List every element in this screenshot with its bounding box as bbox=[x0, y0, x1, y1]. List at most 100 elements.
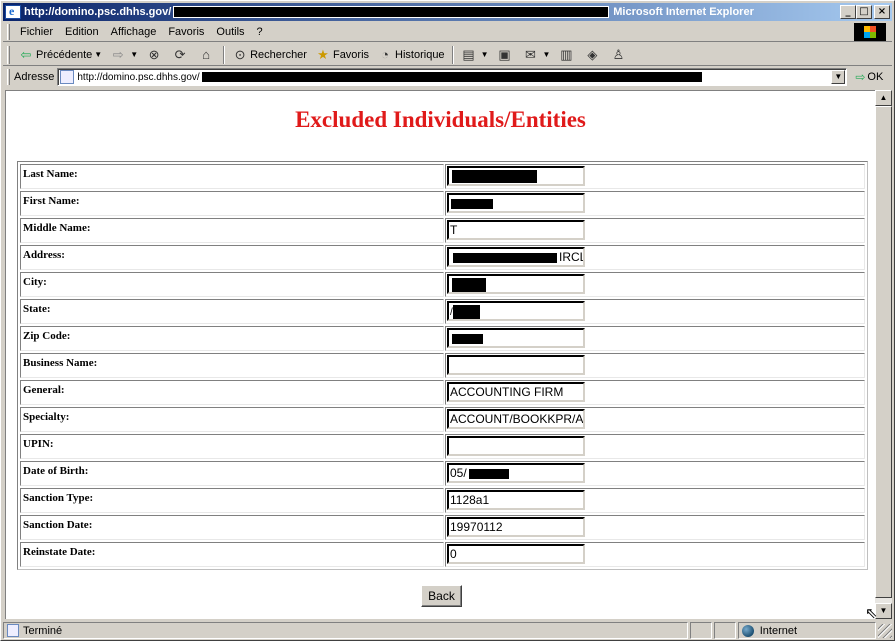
refresh-button[interactable]: ⟳ bbox=[168, 45, 194, 65]
field-cell bbox=[445, 272, 865, 297]
history-button[interactable]: ◔ Historique bbox=[373, 45, 449, 65]
chevron-down-icon[interactable]: ▼ bbox=[831, 70, 846, 84]
menu-favoris[interactable]: Favoris bbox=[162, 26, 210, 38]
address-field[interactable]: IRCL bbox=[447, 247, 585, 267]
address-input[interactable]: http://domino.psc.dhhs.gov/ ▼ bbox=[57, 68, 848, 86]
first-name-field[interactable] bbox=[447, 193, 585, 213]
scroll-thumb[interactable] bbox=[875, 106, 892, 598]
page-title: Excluded Individuals/Entities bbox=[295, 107, 586, 132]
edit-icon: ▤ bbox=[462, 46, 475, 62]
table-row: State: / bbox=[19, 298, 866, 325]
discuss-icon: ▥ bbox=[560, 46, 573, 62]
status-main: Terminé bbox=[3, 622, 689, 639]
chevron-down-icon[interactable]: ▼ bbox=[481, 50, 489, 59]
search-button[interactable]: ⊙ Rechercher bbox=[228, 45, 311, 65]
chevron-down-icon[interactable]: ▼ bbox=[542, 50, 550, 59]
field-label: Business Name: bbox=[20, 353, 444, 378]
redacted-title-block bbox=[173, 6, 610, 18]
go-arrow-icon: ⇨ bbox=[855, 70, 866, 84]
field-label: UPIN: bbox=[20, 434, 444, 459]
history-button-label: Historique bbox=[395, 48, 445, 61]
field-cell: / bbox=[445, 299, 865, 324]
field-label: Specialty: bbox=[20, 407, 444, 432]
browser-window: http://domino.psc.dhhs.gov/ Microsoft In… bbox=[0, 0, 895, 641]
table-row: Business Name: bbox=[19, 352, 866, 379]
print-button[interactable]: ▣ bbox=[492, 45, 518, 65]
city-field[interactable] bbox=[447, 274, 585, 294]
forward-button[interactable]: ⇨ ▼ bbox=[106, 45, 142, 65]
ie-icon[interactable] bbox=[5, 4, 21, 19]
menu-grip[interactable] bbox=[7, 23, 10, 40]
user-button[interactable]: ♙ bbox=[606, 45, 632, 65]
home-button[interactable]: ⌂ bbox=[194, 45, 220, 65]
back-page-button[interactable]: Back bbox=[421, 585, 462, 607]
resize-grip[interactable] bbox=[878, 623, 892, 638]
favorites-button[interactable]: ★ Favoris bbox=[311, 45, 373, 65]
field-cell bbox=[445, 353, 865, 378]
address-url: http://domino.psc.dhhs.gov/ bbox=[77, 71, 200, 83]
maximize-button[interactable]: □ bbox=[856, 5, 872, 19]
status-panel bbox=[714, 622, 736, 639]
scroll-up-icon[interactable]: ▲ bbox=[875, 90, 892, 106]
field-cell: T bbox=[445, 218, 865, 243]
chevron-down-icon[interactable]: ▼ bbox=[130, 50, 138, 59]
field-cell: ACCOUNTING FIRM bbox=[445, 380, 865, 405]
favorites-icon: ★ bbox=[317, 46, 329, 62]
date-of-birth-field[interactable]: 05/ bbox=[447, 463, 585, 483]
close-button[interactable]: × bbox=[874, 5, 890, 19]
go-button[interactable]: ⇨ OK bbox=[855, 70, 883, 84]
table-row: Zip Code: bbox=[19, 325, 866, 352]
print-icon: ▣ bbox=[498, 46, 511, 62]
redacted-value bbox=[452, 170, 537, 184]
zip-code-field[interactable] bbox=[447, 328, 585, 348]
page-content: Excluded Individuals/Entities Last Name:… bbox=[5, 90, 875, 619]
field-cell bbox=[445, 191, 865, 216]
state-field[interactable]: / bbox=[447, 301, 585, 321]
stop-button[interactable]: ⊗ bbox=[142, 45, 168, 65]
sanction-type-field[interactable]: 1128a1 bbox=[447, 490, 585, 510]
field-cell bbox=[445, 326, 865, 351]
redacted-value bbox=[452, 277, 486, 292]
edit-button[interactable]: ▤ ▼ bbox=[457, 45, 493, 65]
address-grip[interactable] bbox=[7, 69, 10, 85]
mail-button[interactable]: ✉ ▼ bbox=[518, 45, 554, 65]
last-name-field[interactable] bbox=[447, 166, 585, 186]
discuss-button[interactable]: ▥ bbox=[554, 45, 580, 65]
windows-logo-icon bbox=[854, 23, 886, 41]
sanction-date-field[interactable]: 19970112 bbox=[447, 517, 585, 537]
general-field[interactable]: ACCOUNTING FIRM bbox=[447, 382, 585, 402]
redacted-value bbox=[453, 252, 557, 263]
redacted-value bbox=[452, 304, 480, 319]
menu-fichier[interactable]: Fichier bbox=[14, 26, 59, 38]
toolbar-separator bbox=[223, 45, 226, 64]
table-row: First Name: bbox=[19, 190, 866, 217]
messenger-button[interactable]: ◈ bbox=[580, 45, 606, 65]
menu-affichage[interactable]: Affichage bbox=[105, 26, 163, 38]
back-button-label: Précédente bbox=[36, 48, 93, 61]
table-row: Sanction Date: 19970112 bbox=[19, 514, 866, 541]
field-cell bbox=[445, 164, 865, 189]
chevron-down-icon[interactable]: ▼ bbox=[94, 50, 102, 59]
minimize-button[interactable]: _ bbox=[840, 5, 856, 19]
menu-help[interactable]: ? bbox=[251, 26, 269, 38]
refresh-icon: ⟳ bbox=[174, 46, 186, 62]
menu-edition[interactable]: Edition bbox=[59, 26, 105, 38]
toolbar-grip[interactable] bbox=[7, 45, 10, 64]
specialty-field[interactable]: ACCOUNT/BOOKKPR/A bbox=[447, 409, 585, 429]
redacted-value bbox=[468, 468, 509, 479]
field-cell: 05/ bbox=[445, 461, 865, 486]
field-label: Sanction Type: bbox=[20, 488, 444, 513]
menu-outils[interactable]: Outils bbox=[210, 26, 250, 38]
reinstate-date-field[interactable]: 0 bbox=[447, 544, 585, 564]
record-table: Last Name: First Name: Middle Name: T Ad… bbox=[17, 161, 868, 570]
business-name-field[interactable] bbox=[447, 355, 585, 375]
status-bar: Terminé Internet bbox=[3, 621, 892, 640]
table-row: Middle Name: T bbox=[19, 217, 866, 244]
forward-arrow-icon: ⇨ bbox=[112, 46, 124, 62]
vertical-scrollbar[interactable]: ▲ ▼ bbox=[875, 90, 892, 619]
back-button[interactable]: ⇦ Précédente ▼ bbox=[14, 45, 106, 65]
status-text: Terminé bbox=[23, 624, 63, 637]
middle-name-field[interactable]: T bbox=[447, 220, 585, 240]
upin-field[interactable] bbox=[447, 436, 585, 456]
window-controls: _ □ × bbox=[840, 5, 890, 19]
